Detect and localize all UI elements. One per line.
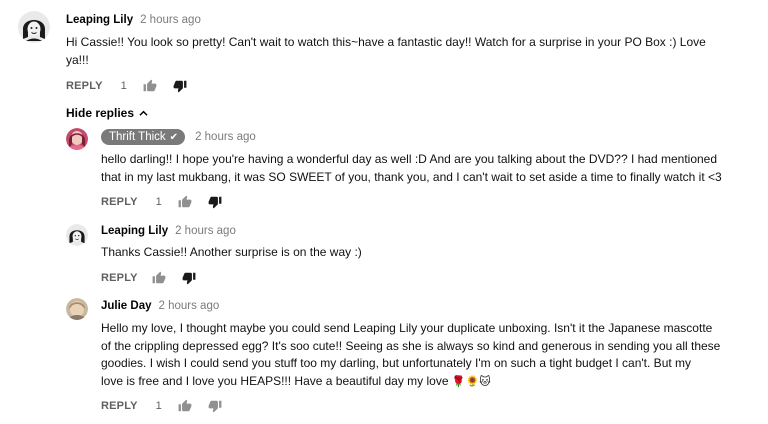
like-count: 1 [155,400,162,412]
comment-timestamp[interactable]: 2 hours ago [159,300,220,312]
chevron-up-icon [139,110,148,116]
comment-author: Thrift Thick [109,131,166,143]
dislike-button[interactable] [173,79,187,93]
dislike-button[interactable] [208,195,222,209]
comment-text: Thanks Cassie!! Another surprise is on t… [101,245,362,259]
avatar[interactable] [66,128,88,150]
reply-button[interactable]: REPLY [66,80,103,92]
reply-button[interactable]: REPLY [101,196,138,208]
comment-author[interactable]: Leaping Lily [101,225,168,237]
reply-button[interactable]: REPLY [101,272,138,284]
thumbs-up-icon [143,79,157,92]
avatar[interactable] [66,298,88,320]
check-icon: ✔ [169,131,179,143]
dislike-button[interactable] [208,399,222,413]
hide-replies-button[interactable]: Hide replies [66,106,148,120]
like-button[interactable] [178,195,192,209]
comment-timestamp[interactable]: 2 hours ago [195,131,256,143]
like-button[interactable] [152,271,166,285]
comment-text: Hello my love, I thought maybe you could… [101,320,761,391]
like-count: 1 [120,80,127,92]
comment-author[interactable]: Leaping Lily [66,14,133,26]
like-count: 1 [155,196,162,208]
thumbs-down-icon [182,272,196,285]
avatar[interactable] [18,11,50,43]
comment-body: Hello my love, I thought maybe you could… [101,321,721,388]
hide-replies-label: Hide replies [66,106,135,120]
like-button[interactable] [143,79,157,93]
thumbs-up-icon [178,195,192,208]
comment-timestamp[interactable]: 2 hours ago [175,225,236,237]
thumbs-up-icon [178,399,192,412]
thumbs-down-icon [208,400,222,413]
dislike-button[interactable] [182,271,196,285]
comment-text: Hi Cassie!! You look so pretty! Can't wa… [66,35,706,67]
reply-button[interactable]: REPLY [101,400,138,412]
like-button[interactable] [178,399,192,413]
thumbs-down-icon [173,80,187,93]
comment-timestamp[interactable]: 2 hours ago [140,14,201,26]
emoji-group: 🌹🌻🐱 [451,375,491,388]
thumbs-down-icon [208,196,222,209]
avatar[interactable] [66,224,88,246]
comment-text: hello darling!! I hope you're having a w… [101,152,722,184]
comment-author[interactable]: Julie Day [101,300,152,312]
creator-badge[interactable]: Thrift Thick ✔ [101,129,186,145]
thumbs-up-icon [152,271,166,284]
